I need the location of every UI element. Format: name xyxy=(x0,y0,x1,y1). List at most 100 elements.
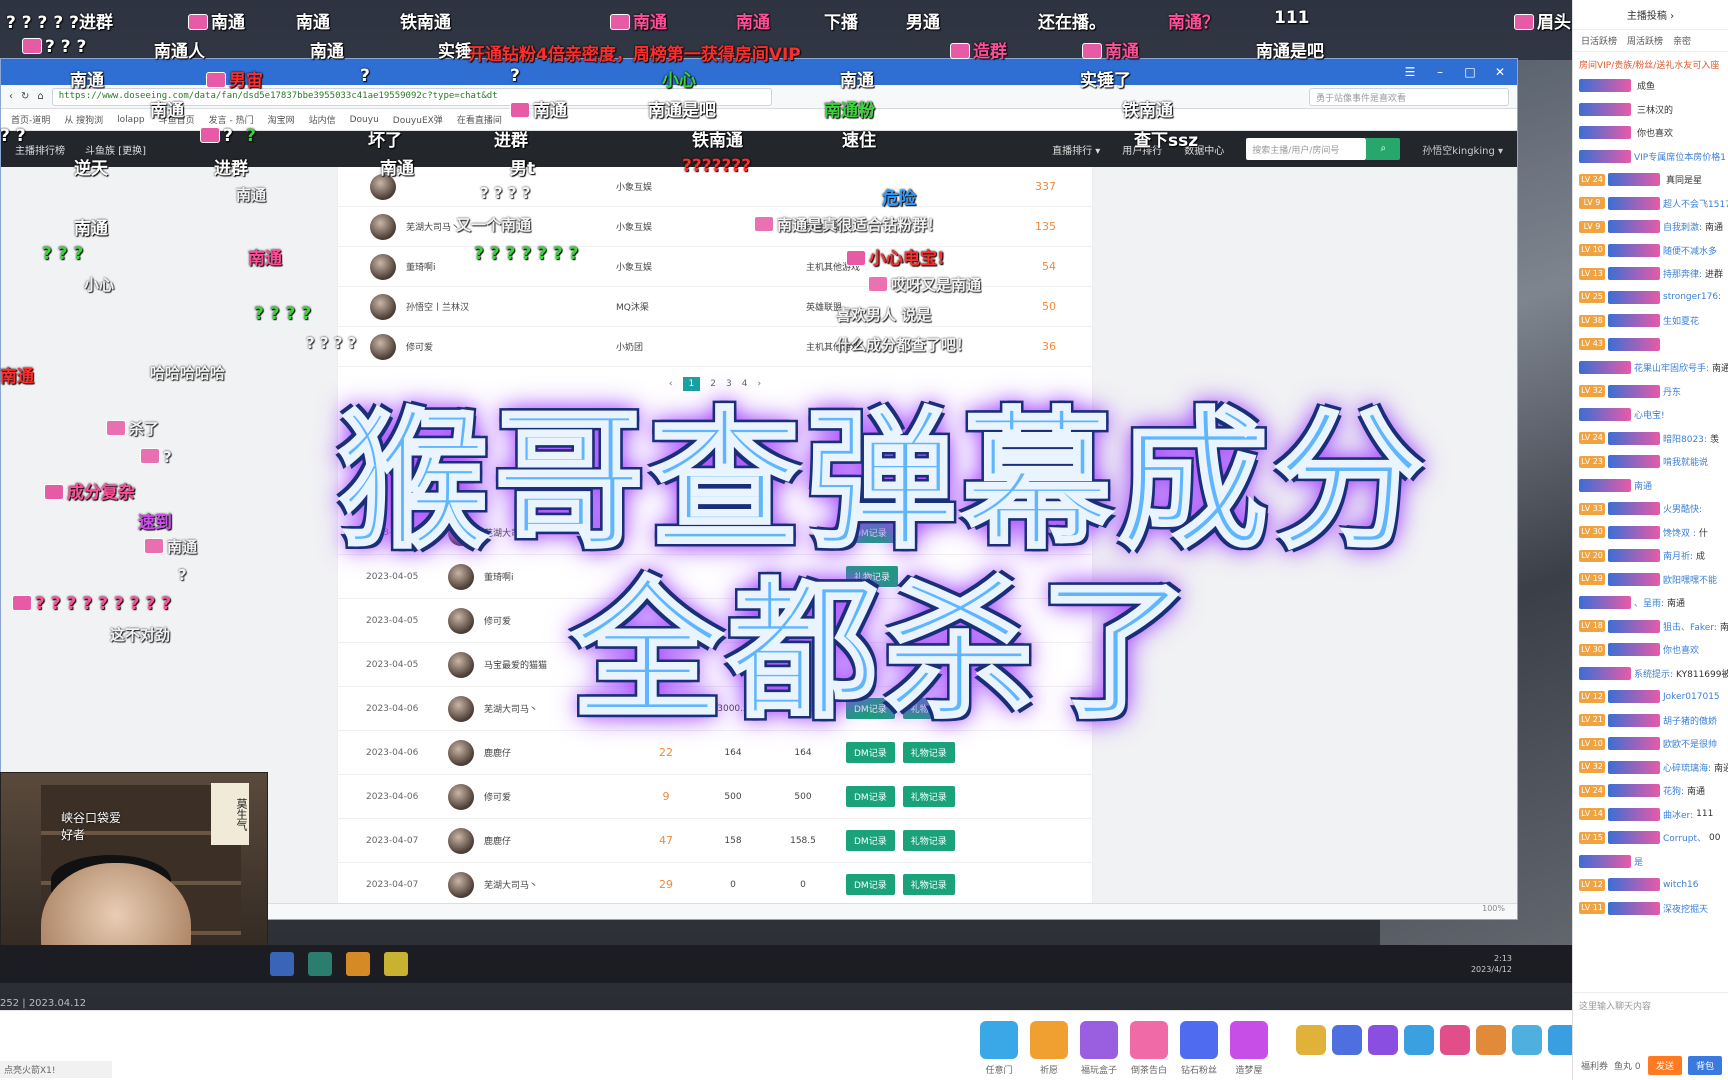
app-icon[interactable] xyxy=(270,952,294,976)
chat-username[interactable]: 系统提示: xyxy=(1634,667,1673,680)
bookmark-item[interactable]: DouyuEX弹 xyxy=(393,113,443,126)
gift-record-button[interactable]: 礼物记录 xyxy=(902,874,955,895)
streamer-name[interactable]: 芜湖大司马丶 xyxy=(484,878,634,891)
gift-record-button[interactable]: 礼物记录 xyxy=(902,830,955,851)
close-icon[interactable]: ✕ xyxy=(1493,65,1507,79)
streamer-name[interactable]: 鹿鹿仔 xyxy=(484,746,634,759)
dm-record-button[interactable]: DM记录 xyxy=(846,874,895,895)
chat-username[interactable]: 花果山牢固欣号手: xyxy=(1634,361,1709,374)
minimize-icon[interactable]: – xyxy=(1433,65,1447,79)
bookmark-item[interactable]: 从 搜狗浏 xyxy=(64,113,103,126)
streamer-name[interactable]: 修可爱 xyxy=(484,790,634,803)
chat-username[interactable]: 胡子猪的傲娇 xyxy=(1663,714,1717,727)
chat-username[interactable]: 曲冰er: xyxy=(1663,808,1693,821)
chat-username[interactable]: 、呈雨: xyxy=(1634,596,1664,609)
chat-username[interactable]: 深夜挖掘天 xyxy=(1663,902,1708,915)
balance-fishball: 鱼丸 0 xyxy=(1614,1061,1641,1072)
gift-icon[interactable] xyxy=(1230,1021,1268,1059)
gift-icon[interactable] xyxy=(1080,1021,1118,1059)
app-icon[interactable] xyxy=(308,952,332,976)
tab-weekly[interactable]: 周活跃榜 xyxy=(1627,34,1663,47)
chat-username[interactable]: 心碎琉璃海: xyxy=(1663,761,1711,774)
tab-daily[interactable]: 日活跃榜 xyxy=(1581,34,1617,47)
gift-icon[interactable] xyxy=(1130,1021,1168,1059)
chat-username[interactable]: 南月祈: xyxy=(1663,549,1693,562)
gift-icon[interactable] xyxy=(980,1021,1018,1059)
bookmark-item[interactable]: 发言 - 热门 xyxy=(209,113,254,126)
chat-username[interactable]: 持那奔律: xyxy=(1663,267,1702,280)
chat-username[interactable]: Joker017015 xyxy=(1663,692,1720,702)
chat-username[interactable]: 欧欧不是很帅 xyxy=(1663,737,1717,750)
chat-username[interactable]: 花狗: xyxy=(1663,784,1684,797)
chat-username[interactable]: 超人不会飞151752: xyxy=(1663,197,1728,210)
chat-message: 成鱼 xyxy=(1573,74,1728,98)
streamer-name[interactable]: 鹿鹿仔 xyxy=(484,834,634,847)
level-badge: LV 10 xyxy=(1579,737,1605,750)
dm-record-button[interactable]: DM记录 xyxy=(846,830,895,851)
table-row[interactable]: 芜湖大司马丶 小象互娱 英雄联盟 135 xyxy=(338,207,1092,247)
chat-username[interactable]: 欧阳嘿嘿不能 xyxy=(1663,573,1717,586)
chat-username[interactable]: 南通 xyxy=(1634,479,1652,492)
chat-username[interactable]: 丹东 xyxy=(1663,385,1681,398)
danmaku-text: 开通钻粉4倍亲密度，周榜第一获得房间VIP xyxy=(468,45,801,65)
app-icon[interactable] xyxy=(384,952,408,976)
chat-username[interactable]: 啃我就能说 xyxy=(1663,455,1708,468)
home-icon[interactable]: ⌂ xyxy=(37,91,43,102)
danmaku-text: 南通是真很适合钻粉群！ xyxy=(777,216,943,234)
search-icon[interactable]: ⌕ xyxy=(1366,138,1401,160)
bookmark-item[interactable]: 淘宝网 xyxy=(268,113,295,126)
danmaku-text: 又一个南通 xyxy=(456,216,532,234)
back-icon[interactable]: ‹ xyxy=(9,91,13,102)
bookmark-item[interactable]: 站内信 xyxy=(309,113,336,126)
chat-text: 羡 xyxy=(1709,434,1719,445)
gift-icon[interactable] xyxy=(1440,1025,1470,1055)
chat-username[interactable]: 自我刺激: xyxy=(1663,220,1702,233)
menu-icon[interactable]: ☰ xyxy=(1403,65,1417,79)
chat-username[interactable]: stronger176: xyxy=(1663,292,1721,302)
bookmark-item[interactable]: 在看直播间 xyxy=(457,113,502,126)
send-button[interactable]: 发送 xyxy=(1647,1055,1682,1075)
tab-intimacy[interactable]: 亲密 xyxy=(1673,34,1691,47)
site-search-input[interactable]: 搜索主播/用户/房间号 xyxy=(1246,138,1367,160)
bookmark-item[interactable]: Douyu xyxy=(350,115,379,125)
chat-username[interactable]: 暗阳8023: xyxy=(1663,432,1707,445)
app-icon[interactable] xyxy=(346,952,370,976)
dm-record-button[interactable]: DM记录 xyxy=(846,786,895,807)
gift-icon[interactable] xyxy=(1476,1025,1506,1055)
streamer-name[interactable]: 修可爱 xyxy=(406,340,616,353)
gift-icon[interactable] xyxy=(1030,1021,1068,1059)
chat-username[interactable]: 你也喜欢 xyxy=(1663,643,1699,656)
gift-icon[interactable] xyxy=(1512,1025,1542,1055)
chat-top-label[interactable]: 主播投稿 › xyxy=(1627,7,1674,22)
chat-username[interactable]: 随便不减水多 xyxy=(1663,244,1717,257)
level-badge: LV 24 xyxy=(1579,432,1605,445)
chat-username[interactable]: 馋馋双 : xyxy=(1663,526,1696,539)
gift-icon[interactable] xyxy=(1368,1025,1398,1055)
user-menu[interactable]: 孙悟空kingking ▾ xyxy=(1422,142,1503,157)
gift-icon[interactable] xyxy=(1404,1025,1434,1055)
chat-username[interactable]: 狙击、Faker: xyxy=(1663,620,1717,633)
chat-username[interactable]: Corrupt、 xyxy=(1663,831,1706,844)
chat-username[interactable]: 火男酷快: xyxy=(1663,502,1702,515)
bookmark-item[interactable]: lolapp xyxy=(117,115,144,125)
chat-input[interactable]: 这里输入聊天内容 xyxy=(1573,992,1728,1050)
gift-icon[interactable] xyxy=(1296,1025,1326,1055)
nav-live-rank[interactable]: 直播排行 ▾ xyxy=(1052,142,1100,157)
chat-username[interactable]: 生如夏花 xyxy=(1663,314,1699,327)
bookmark-item[interactable]: 首页-道明 xyxy=(11,113,50,126)
chat-username[interactable]: 心电宝! xyxy=(1634,408,1665,421)
browser-search-field[interactable]: 勇于站像事件是喜欢看 xyxy=(1309,87,1509,106)
chat-username[interactable]: 是 xyxy=(1634,855,1643,868)
level-badge: LV 19 xyxy=(1579,573,1605,586)
maximize-icon[interactable]: □ xyxy=(1463,65,1477,79)
streamer-name[interactable]: 孙悟空丨兰林汉 xyxy=(406,300,616,313)
gift-icon[interactable] xyxy=(1332,1025,1362,1055)
gift-icon[interactable] xyxy=(1180,1021,1218,1059)
chat-message: LV 12 Joker017015 xyxy=(1573,685,1728,709)
chat-username[interactable]: VIP专属席位本房价格1 xyxy=(1634,150,1726,163)
chat-username[interactable]: witch16 xyxy=(1663,880,1699,890)
bag-button[interactable]: 背包 xyxy=(1687,1055,1722,1075)
refresh-icon[interactable]: ↻ xyxy=(21,91,29,102)
gift-record-button[interactable]: 礼物记录 xyxy=(902,786,955,807)
fan-badge-icon xyxy=(1579,102,1631,116)
